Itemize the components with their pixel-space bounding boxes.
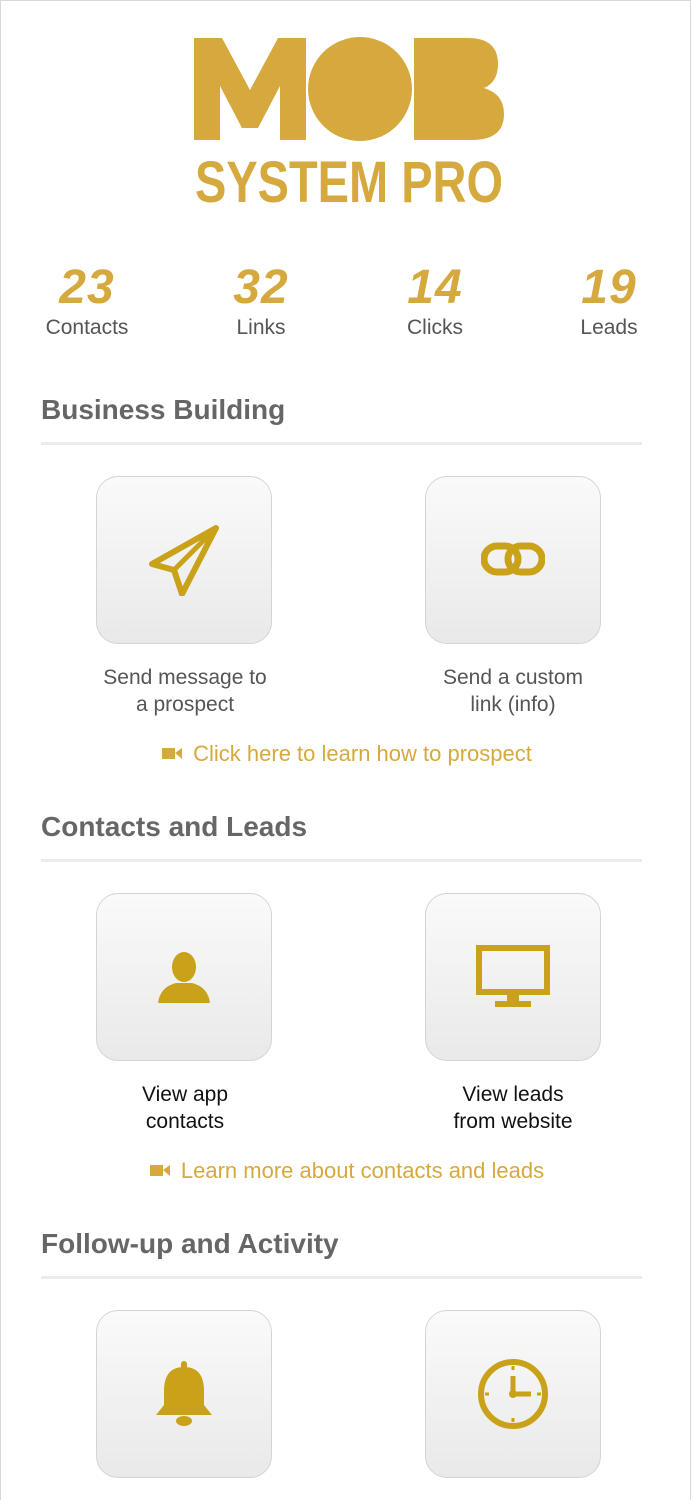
learn-prospect-link[interactable]: Click here to learn how to prospect (0, 740, 693, 768)
send-message-caption: Send message to a prospect (103, 666, 267, 716)
stat-label: Contacts (45, 316, 129, 339)
view-website-leads-caption: View leads from website (453, 1083, 573, 1133)
section-title-business-building: Business Building (41, 392, 642, 445)
stat-label: Clicks (407, 316, 463, 339)
section-title-contacts-and-leads: Contacts and Leads (41, 809, 642, 862)
view-app-contacts-caption: View app contacts (141, 1083, 228, 1133)
brand-logo: SYSTEM PRO (192, 34, 506, 206)
stat-clicks[interactable]: 14 Clicks (365, 258, 505, 341)
paper-plane-icon (149, 525, 219, 596)
send-message-button[interactable] (96, 476, 272, 644)
view-app-contacts-button[interactable] (96, 893, 272, 1061)
stat-label: Links (236, 316, 286, 339)
logo-subtitle: SYSTEM PRO (195, 150, 503, 206)
follow-up-reminders-button[interactable] (96, 1310, 272, 1478)
user-icon (158, 952, 210, 1003)
stat-links[interactable]: 32 Links (191, 258, 331, 341)
stat-value: 14 (407, 261, 463, 314)
activity-history-button[interactable] (425, 1310, 601, 1478)
brand-logo-graphic: SYSTEM PRO (194, 37, 504, 206)
learn-contacts-leads-text: Learn more about contacts and leads (180, 1158, 545, 1183)
stats-bar: 23 Contacts 32 Links 14 Clicks 19 Leads (0, 258, 693, 358)
learn-contacts-leads-link[interactable]: Learn more about contacts and leads (0, 1157, 693, 1185)
stat-label: Leads (580, 316, 638, 339)
send-custom-link-caption: Send a custom link (info) (442, 666, 584, 716)
stat-contacts[interactable]: 23 Contacts (17, 258, 157, 341)
stat-value: 19 (581, 261, 637, 314)
stat-leads[interactable]: 19 Leads (539, 258, 679, 341)
link-icon (481, 542, 545, 576)
video-camera-icon (149, 1165, 170, 1177)
stat-value: 23 (59, 261, 115, 314)
stat-value: 32 (233, 261, 289, 314)
view-website-leads-button[interactable] (425, 893, 601, 1061)
monitor-icon (476, 945, 550, 1007)
bell-icon (156, 1361, 212, 1426)
send-custom-link-button[interactable] (425, 476, 601, 644)
clock-icon (478, 1359, 548, 1429)
section-title-follow-up-and-activity: Follow-up and Activity (41, 1226, 642, 1279)
video-camera-icon (162, 748, 183, 760)
learn-prospect-text: Click here to learn how to prospect (193, 741, 532, 766)
